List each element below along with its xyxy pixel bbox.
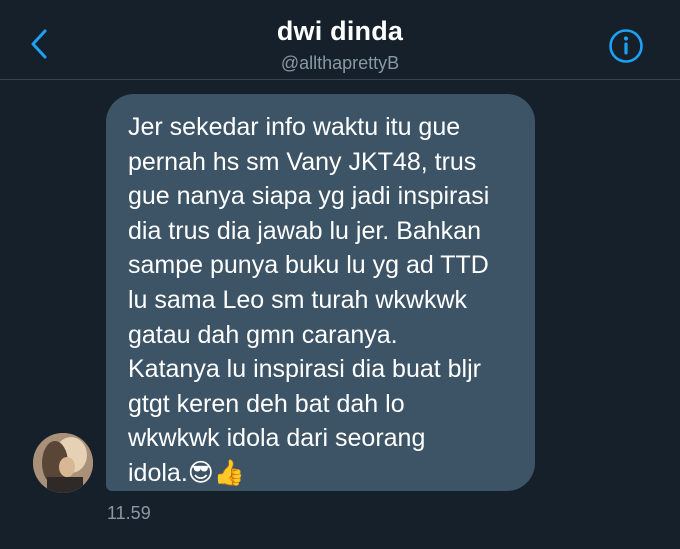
avatar-image — [33, 433, 93, 493]
message-text: Jer sekedar info waktu itu gue pernah hs… — [128, 113, 490, 487]
info-button[interactable] — [606, 26, 646, 66]
message-bubble[interactable]: Jer sekedar info waktu itu gue pernah hs… — [106, 94, 535, 491]
title-block: dwi dinda @allthaprettyB — [0, 16, 680, 74]
conversation-title: dwi dinda — [276, 16, 404, 46]
avatar[interactable] — [33, 433, 93, 493]
conversation-handle: @allthaprettyB — [280, 53, 400, 73]
conversation-header: dwi dinda @allthaprettyB — [0, 0, 680, 80]
info-icon — [609, 29, 643, 63]
message-timestamp: 11.59 — [107, 503, 151, 523]
